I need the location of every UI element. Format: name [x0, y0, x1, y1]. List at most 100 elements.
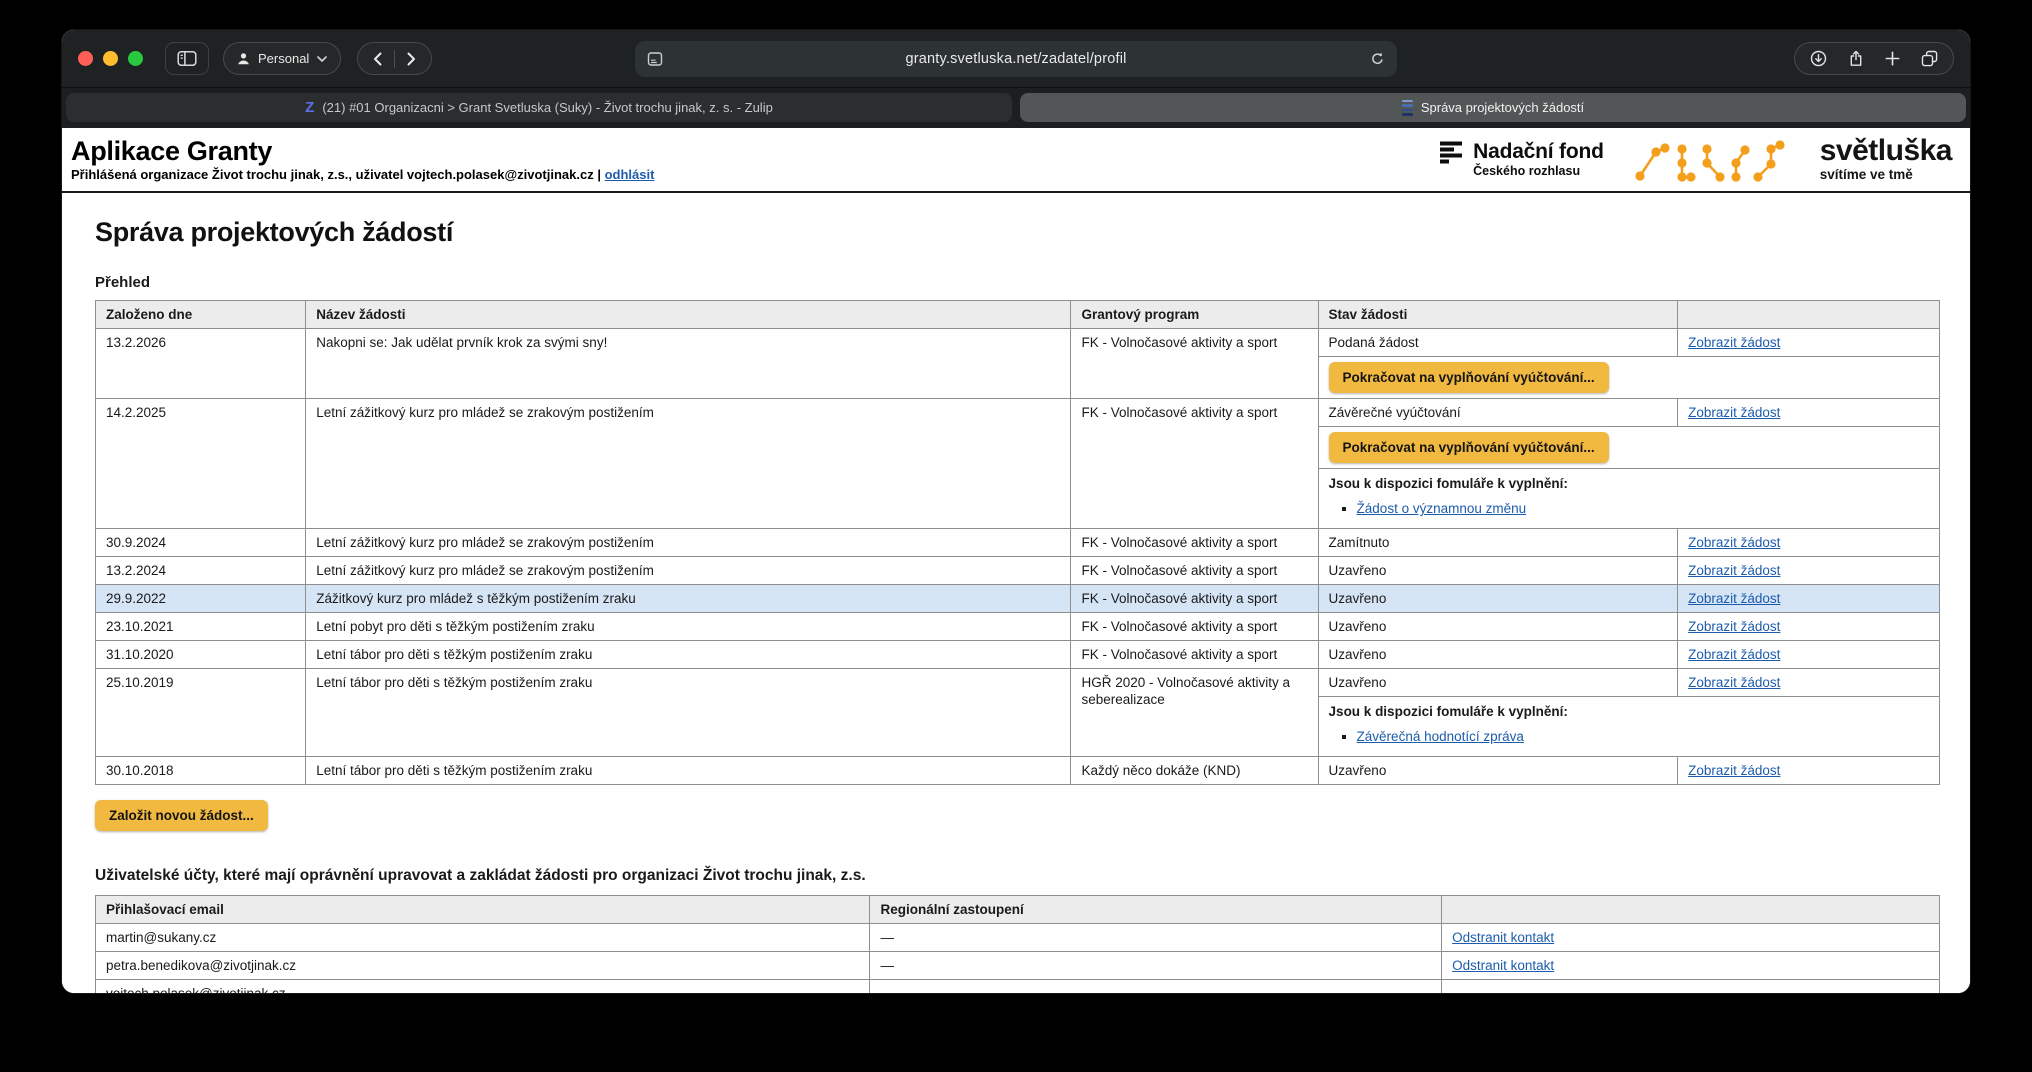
user-row: martin@sukany.cz—Odstranit kontakt [96, 924, 1940, 952]
tab-zulip[interactable]: Z (21) #01 Organizacni > Grant Svetluska… [66, 93, 1012, 122]
tab-granty[interactable]: Správa projektových žádostí [1020, 93, 1966, 122]
new-tab-button[interactable] [1885, 51, 1900, 66]
chevron-right-icon [404, 51, 418, 67]
application-actions: Zobrazit žádost [1678, 585, 1940, 613]
back-button[interactable] [362, 43, 394, 74]
application-date: 14.2.2025 [96, 399, 306, 529]
application-status: Uzavřeno [1318, 641, 1678, 669]
page-settings-icon[interactable] [647, 51, 663, 67]
sidebar-icon [177, 50, 197, 67]
application-actions: Zobrazit žádost [1678, 329, 1940, 357]
view-application-link[interactable]: Zobrazit žádost [1688, 591, 1780, 606]
continue-filling-button[interactable]: Pokračovat na vyplňování vyúčtování... [1329, 432, 1609, 463]
share-button[interactable] [1848, 50, 1864, 67]
column-header [1678, 301, 1940, 329]
user-actions: Odstranit kontakt [1442, 952, 1940, 980]
column-header [1442, 896, 1940, 924]
application-program: FK - Volnočasové aktivity a sport [1071, 399, 1318, 529]
reload-button[interactable] [1369, 51, 1385, 67]
application-row: 29.9.2022Zážitkový kurz pro mládež s těž… [96, 585, 1940, 613]
application-date: 25.10.2019 [96, 669, 306, 757]
application-name: Nakopni se: Jak udělat prvník krok za sv… [306, 329, 1071, 399]
view-application-link[interactable]: Zobrazit žádost [1688, 563, 1780, 578]
user-row: petra.benedikova@zivotjinak.cz— Odstranit… [96, 952, 1940, 980]
zulip-favicon: Z [305, 100, 314, 115]
toolbar-right-buttons [1794, 42, 1954, 75]
application-date: 13.2.2024 [96, 557, 306, 585]
application-name: Letní zážitkový kurz pro mládež se zrako… [306, 529, 1071, 557]
forms-available-heading: Jsou k dispozici fomuláře k vyplnění: [1329, 475, 1929, 492]
close-window-button[interactable] [78, 51, 93, 66]
tab-title: (21) #01 Organizacni > Grant Svetluska (… [322, 100, 772, 115]
application-program: FK - Volnočasové aktivity a sport [1071, 329, 1318, 399]
tab-bar: Z (21) #01 Organizacni > Grant Svetluska… [62, 87, 1970, 128]
view-application-link[interactable]: Zobrazit žádost [1688, 675, 1780, 690]
forms-available-heading: Jsou k dispozici fomuláře k vyplnění: [1329, 703, 1929, 720]
view-application-link[interactable]: Zobrazit žádost [1688, 335, 1780, 350]
form-link[interactable]: Závěrečná hodnotící zpráva [1357, 729, 1524, 744]
application-row: 31.10.2020Letní tábor pro děti s těžkým … [96, 641, 1940, 669]
remove-contact-link[interactable]: Odstranit kontakt [1452, 958, 1554, 973]
continue-filling-button[interactable]: Pokračovat na vyplňování vyúčtování... [1329, 362, 1609, 393]
application-row: 13.2.2024Letní zážitkový kurz pro mládež… [96, 557, 1940, 585]
user-email: vojtech.polasek@zivotjinak.cz [96, 980, 870, 994]
share-icon [1848, 50, 1864, 67]
application-actions: Zobrazit žádost [1678, 641, 1940, 669]
header-logos: Nadační fond Českého rozhlasu [1440, 136, 1956, 184]
column-header: Regionální zastoupení [870, 896, 1442, 924]
column-header: Stav žádosti [1318, 301, 1678, 329]
remove-contact-link[interactable]: Odstranit kontakt [1452, 930, 1554, 945]
application-row: 13.2.2026Nakopni se: Jak udělat prvník k… [96, 329, 1940, 357]
view-application-link[interactable]: Zobrazit žádost [1688, 405, 1780, 420]
user-row: vojtech.polasek@zivotjinak.cz— [96, 980, 1940, 994]
download-icon [1810, 50, 1827, 67]
application-date: 30.10.2018 [96, 757, 306, 785]
application-row: 25.10.2019Letní tábor pro děti s těžkým … [96, 669, 1940, 697]
application-name: Letní zážitkový kurz pro mládež se zrako… [306, 399, 1071, 529]
logout-link[interactable]: odhlásit [605, 167, 655, 182]
form-list-item: Žádost o významnou změnu [1357, 500, 1929, 517]
application-actions: Zobrazit žádost [1678, 757, 1940, 785]
application-date: 23.10.2021 [96, 613, 306, 641]
svetluska-dots-logo [1632, 136, 1792, 184]
user-region: — [870, 952, 1442, 980]
application-name: Zážitkový kurz pro mládež s těžkým posti… [306, 585, 1071, 613]
app-header: Aplikace Granty Přihlášená organizace Ži… [62, 128, 1970, 193]
view-application-link[interactable]: Zobrazit žádost [1688, 763, 1780, 778]
application-name: Letní tábor pro děti s těžkým postižením… [306, 669, 1071, 757]
application-name: Letní zážitkový kurz pro mládež se zrako… [306, 557, 1071, 585]
application-date: 29.9.2022 [96, 585, 306, 613]
sidebar-toggle-button[interactable] [165, 42, 209, 75]
application-date: 31.10.2020 [96, 641, 306, 669]
address-bar[interactable]: granty.svetluska.net/zadatel/profil [635, 41, 1397, 77]
new-application-button[interactable]: Založit novou žádost... [95, 800, 268, 831]
profile-menu-button[interactable]: Personal [223, 42, 341, 75]
zoom-window-button[interactable] [128, 51, 143, 66]
application-status: Uzavřeno [1318, 557, 1678, 585]
overview-heading: Přehled [95, 274, 1940, 291]
application-status: Uzavřeno [1318, 613, 1678, 641]
user-email: martin@sukany.cz [96, 924, 870, 952]
plus-icon [1885, 51, 1900, 66]
tabs-overview-icon [1921, 50, 1938, 67]
user-actions [1442, 980, 1940, 994]
view-application-link[interactable]: Zobrazit žádost [1688, 619, 1780, 634]
minimize-window-button[interactable] [103, 51, 118, 66]
svetluska-line1: světluška [1820, 138, 1952, 164]
form-link[interactable]: Žádost o významnou změnu [1357, 501, 1527, 516]
user-email: petra.benedikova@zivotjinak.cz [96, 952, 870, 980]
nadacni-fond-logo: Nadační fond Českého rozhlasu [1440, 141, 1604, 178]
tab-overview-button[interactable] [1921, 50, 1938, 67]
forward-button[interactable] [395, 43, 427, 74]
svetluska-line2: svítíme ve tmě [1820, 167, 1913, 182]
view-application-link[interactable]: Zobrazit žádost [1688, 647, 1780, 662]
nadacni-fond-line1: Nadační fond [1473, 141, 1604, 162]
view-application-link[interactable]: Zobrazit žádost [1688, 535, 1780, 550]
application-program: Každý něco dokáže (KND) [1071, 757, 1318, 785]
desktop-background: Personal [0, 0, 2032, 1072]
page-title: Správa projektových žádostí [95, 217, 1940, 248]
form-list-item: Závěrečná hodnotící zpráva [1357, 728, 1929, 745]
downloads-button[interactable] [1810, 50, 1827, 67]
application-status: Zamítnuto [1318, 529, 1678, 557]
applications-header-row: Založeno dneNázev žádostiGrantový progra… [96, 301, 1940, 329]
